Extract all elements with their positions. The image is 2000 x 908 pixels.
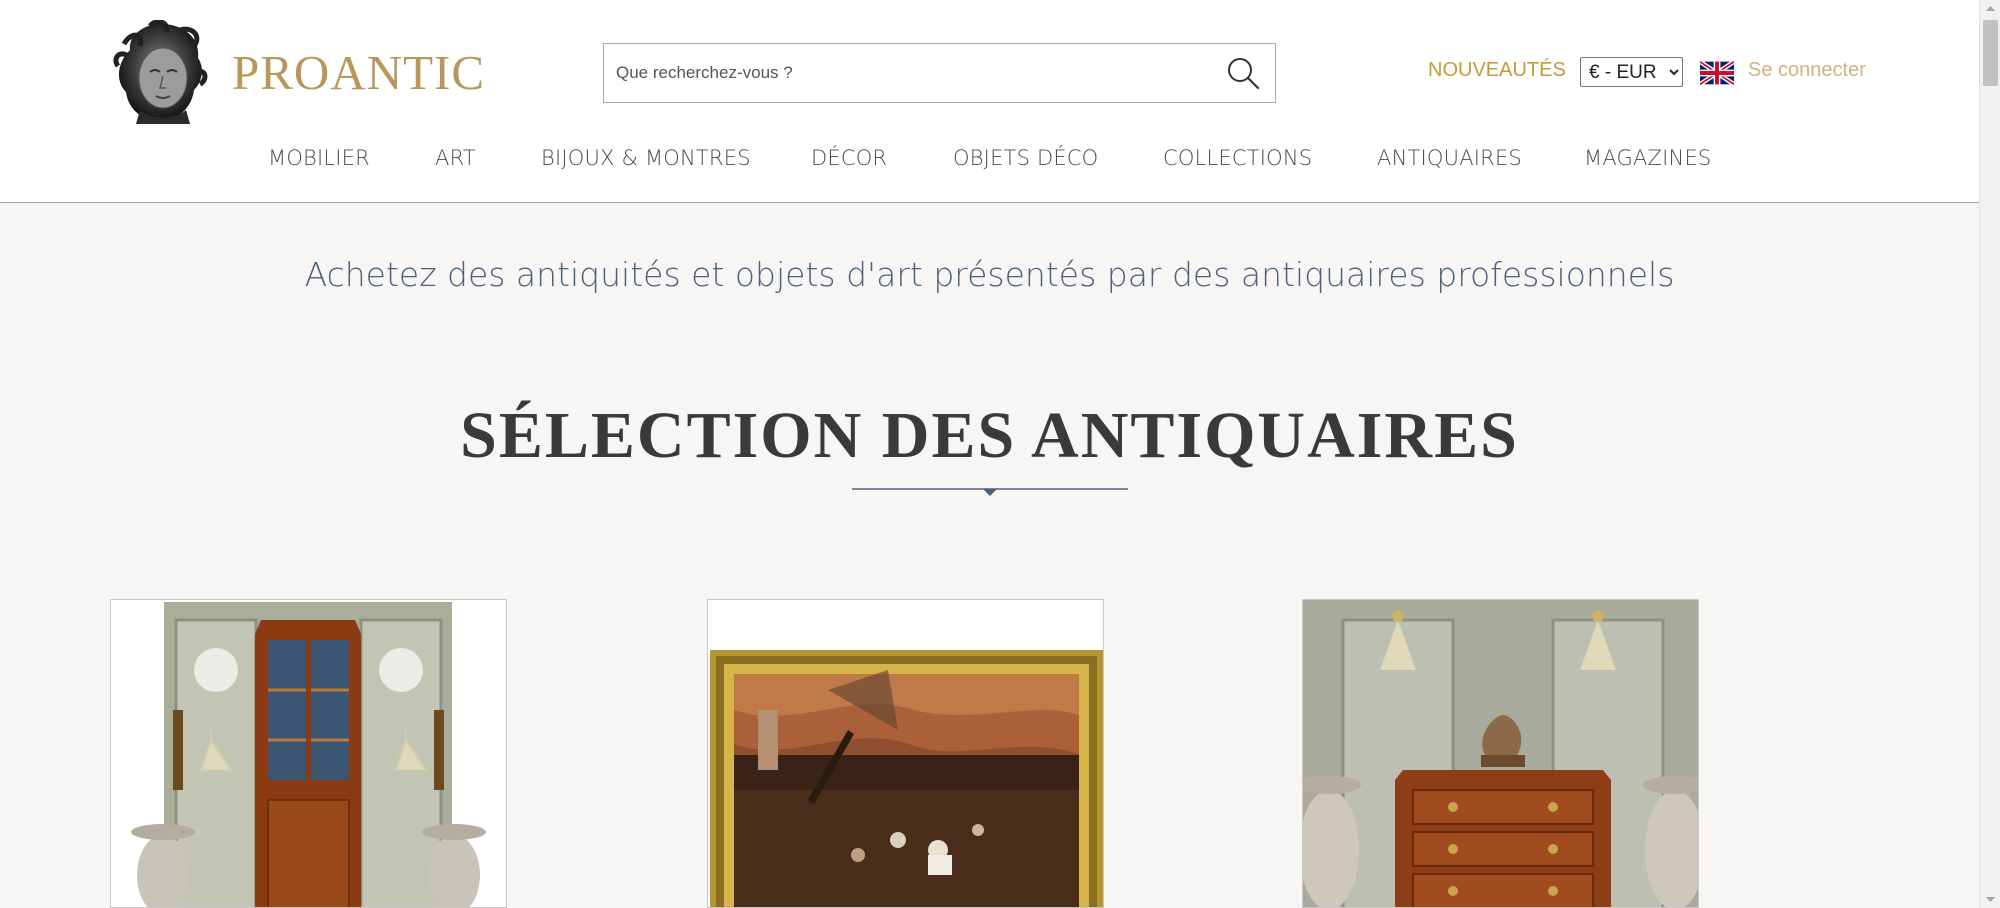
search-box xyxy=(603,43,1276,103)
nav-item-bijoux-montres[interactable]: BIJOUX & MONTRES xyxy=(541,146,751,170)
section-title: SÉLECTION DES ANTIQUAIRES xyxy=(460,399,1519,472)
product-image-painting xyxy=(708,600,1103,907)
page-scrollbar[interactable] xyxy=(1979,0,2000,908)
product-card-commode[interactable] xyxy=(1302,599,1699,908)
currency-select[interactable]: € - EUR xyxy=(1580,57,1683,87)
nav-item-magazines[interactable]: MAGAZINES xyxy=(1584,146,1711,170)
product-image-commode xyxy=(1303,600,1698,907)
nav-item-antiquaires[interactable]: ANTIQUAIRES xyxy=(1377,146,1522,170)
uk-flag-icon[interactable] xyxy=(1700,61,1734,85)
search-input[interactable] xyxy=(604,44,1204,102)
nav-item-mobilier[interactable]: MOBILIER xyxy=(268,146,370,170)
product-image-vitrine xyxy=(111,600,506,907)
nav-item-collections[interactable]: COLLECTIONS xyxy=(1163,146,1312,170)
main-nav: MOBILIER ART BIJOUX & MONTRES DÉCOR OBJE… xyxy=(0,146,1979,182)
scrollbar-thumb[interactable] xyxy=(1983,20,1998,86)
nav-item-objets-deco[interactable]: OBJETS DÉCO xyxy=(953,146,1098,170)
search-icon[interactable] xyxy=(1225,55,1261,91)
nav-item-art[interactable]: ART xyxy=(435,146,476,170)
page: PROANTIC NOUVEAUTÉS € - EUR Se connecter… xyxy=(0,0,1979,908)
brand-name: PROANTIC xyxy=(232,44,486,100)
nouveautes-link[interactable]: NOUVEAUTÉS xyxy=(1428,59,1566,82)
scroll-down-arrow-icon[interactable] xyxy=(1980,890,2000,908)
login-link[interactable]: Se connecter xyxy=(1748,59,1866,82)
chevron-divider-icon xyxy=(852,488,1128,496)
product-card-painting[interactable] xyxy=(707,599,1104,908)
scroll-up-arrow-icon[interactable] xyxy=(1980,0,2000,18)
nav-item-decor[interactable]: DÉCOR xyxy=(811,146,887,170)
logo[interactable]: PROANTIC xyxy=(110,20,485,124)
product-card-vitrine[interactable] xyxy=(110,599,507,908)
tagline: Achetez des antiquités et objets d'art p… xyxy=(304,255,1675,294)
logo-bust-icon xyxy=(113,20,208,124)
site-header: PROANTIC NOUVEAUTÉS € - EUR Se connecter… xyxy=(0,0,1979,203)
